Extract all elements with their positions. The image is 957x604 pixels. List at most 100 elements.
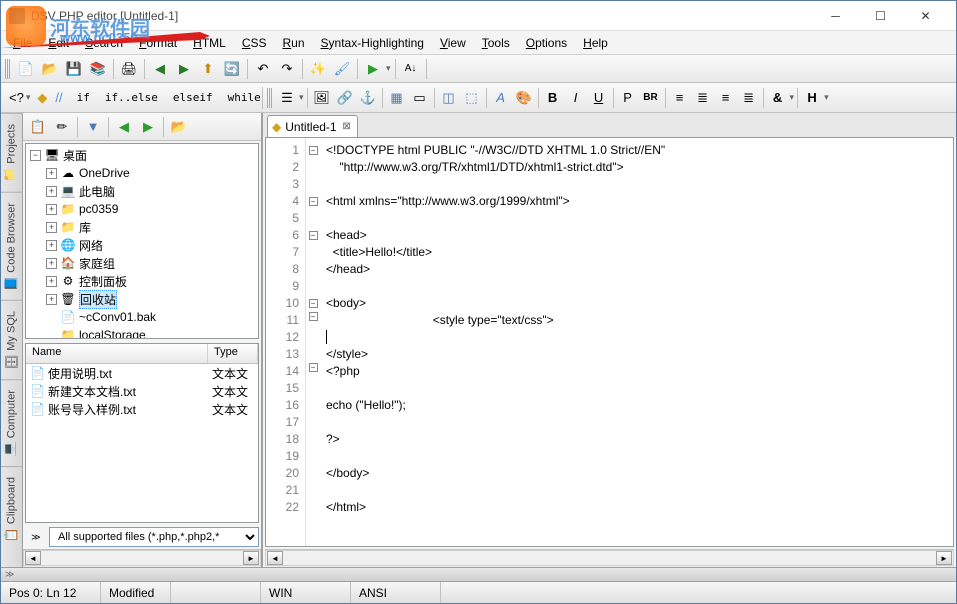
status-mode: WIN [261,582,351,603]
print-button[interactable]: 🖨 [118,58,140,80]
snippet-while-button[interactable]: while [221,87,268,109]
snippet-elseif-button[interactable]: elseif [166,87,220,109]
close-button[interactable]: ✕ [903,2,948,30]
special-char-button[interactable]: & [767,87,789,109]
menu-help[interactable]: Help [575,33,616,53]
menu-tools[interactable]: Tools [474,33,518,53]
fold-strip[interactable]: −−−−−− [306,138,320,546]
menu-options[interactable]: Options [518,33,575,53]
code-editor[interactable]: 12345678910111213141516171819202122 −−−−… [265,137,954,547]
folder-tree[interactable]: −🖥桌面+☁OneDrive+💻此电脑+📁pc0359+📁库+🌐网络+🏠家庭组+… [25,143,259,339]
menu-view[interactable]: View [432,33,474,53]
explorer-open-button[interactable]: 📂 [168,116,190,138]
brush-button[interactable]: 🖌 [331,58,353,80]
table-button[interactable]: ▦ [386,87,408,109]
heading-button[interactable]: H [801,87,823,109]
tree-item[interactable]: 📄~cConv01.bak [28,308,256,326]
file-filter-select[interactable]: All supported files (*.php,*.php2,* [49,527,259,547]
tree-item[interactable]: 📁localStorage [28,326,256,339]
explorer-toolbar: 📋 ✏ ▼ ◀ ▶ 📂 [23,113,261,141]
forward-button[interactable]: ▶ [173,58,195,80]
file-row[interactable]: 📄账号导入样例.txt文本文 [26,400,258,418]
tree-item[interactable]: +🌐网络 [28,236,256,254]
open-file-button[interactable]: 📂 [39,58,61,80]
underline-button[interactable]: U [588,87,610,109]
br-button[interactable]: BR [640,87,662,109]
html-tag-button[interactable]: ☰ [276,87,298,109]
sort-button[interactable]: A↓ [400,58,422,80]
back-button[interactable]: ◀ [149,58,171,80]
tree-item[interactable]: +☁OneDrive [28,164,256,182]
explorer-forward-button[interactable]: ▶ [137,116,159,138]
file-row[interactable]: 📄新建文本文档.txt文本文 [26,382,258,400]
run-button[interactable]: ▶ [362,58,384,80]
anchor-button[interactable]: ⚓ [357,87,379,109]
snippet-ifelse-button[interactable]: if..else [98,87,165,109]
redo-button[interactable]: ↷ [276,58,298,80]
filter-expand-button[interactable]: ≫ [25,526,47,548]
align-center-button[interactable]: ≣ [692,87,714,109]
tree-item[interactable]: +💻此电脑 [28,182,256,200]
tree-item[interactable]: +📁库 [28,218,256,236]
side-tab-clipboard[interactable]: 📋Clipboard [1,466,22,552]
menu-css[interactable]: CSS [234,33,275,53]
new-file-button[interactable]: 📄 [15,58,37,80]
tree-item[interactable]: +🏠家庭组 [28,254,256,272]
side-tab-my-sql[interactable]: 🗄My SQL [1,300,22,379]
file-row[interactable]: 📄使用说明.txt文本文 [26,364,258,382]
maximize-button[interactable]: ☐ [858,2,903,30]
span-button[interactable]: ⬚ [461,87,483,109]
up-button[interactable]: ⬆ [197,58,219,80]
align-right-button[interactable]: ≡ [715,87,737,109]
menu-run[interactable]: Run [275,33,313,53]
main-toolbar: 📄 📂 💾 📚 🖨 ◀ ▶ ⬆ 🔄 ↶ ↷ ✨ 🖌 ▶ ▾ A↓ [1,55,956,83]
align-justify-button[interactable]: ≣ [738,87,760,109]
snippet-if-button[interactable]: if [70,87,97,109]
snippet-php-button[interactable]: <? [8,87,25,109]
editor-tab-untitled[interactable]: ◆ Untitled-1 ⊠ [267,115,358,137]
explorer-back-button[interactable]: ◀ [113,116,135,138]
bottom-panel-toggle[interactable]: ≫ [1,567,956,581]
snippet-comment-button[interactable]: // [54,87,63,109]
link-button[interactable]: 🔗 [334,87,356,109]
explorer-home-button[interactable]: 📋 [27,116,49,138]
tab-close-button[interactable]: ⊠ [341,121,353,133]
paragraph-button[interactable]: P [617,87,639,109]
save-button[interactable]: 💾 [63,58,85,80]
editor-hscroll[interactable]: ◄► [265,550,954,566]
tree-root[interactable]: −🖥桌面 [28,146,256,164]
align-left-button[interactable]: ≡ [669,87,691,109]
tree-item[interactable]: +⚙控制面板 [28,272,256,290]
snippet-class-button[interactable]: ◆ [36,87,48,109]
side-tab-code-browser[interactable]: 📘Code Browser [1,192,22,301]
font-button[interactable]: A [490,87,512,109]
explorer-edit-button[interactable]: ✏ [51,116,73,138]
tree-item[interactable]: +📁pc0359 [28,200,256,218]
menu-syntaxhighlighting[interactable]: Syntax-Highlighting [313,33,432,53]
italic-button[interactable]: I [565,87,587,109]
file-col-name[interactable]: Name [26,344,208,363]
status-blank1 [171,582,261,603]
menu-file[interactable]: File [5,33,40,53]
file-col-type[interactable]: Type [208,344,258,363]
menu-html[interactable]: HTML [185,33,234,53]
code-text[interactable]: <!DOCTYPE html PUBLIC "-//W3C//DTD XHTML… [320,138,953,546]
minimize-button[interactable]: ─ [813,2,858,30]
statusbar: Pos 0: Ln 12 Modified WIN ANSI [1,581,956,603]
undo-button[interactable]: ↶ [252,58,274,80]
file-list: Name Type 📄使用说明.txt文本文📄新建文本文档.txt文本文📄账号导… [25,343,259,523]
save-all-button[interactable]: 📚 [87,58,109,80]
side-tab-projects[interactable]: 📁Projects [1,113,22,192]
image-button[interactable]: 🖼 [311,87,333,109]
tree-item[interactable]: +🗑回收站 [28,290,256,308]
form-button[interactable]: ▭ [409,87,431,109]
refresh-button[interactable]: 🔄 [221,58,243,80]
explorer-filter-button[interactable]: ▼ [82,116,104,138]
highlight-button[interactable]: ✨ [307,58,329,80]
bold-button[interactable]: B [542,87,564,109]
left-hscroll[interactable]: ◄► [23,550,261,566]
div-button[interactable]: ◫ [438,87,460,109]
color-button[interactable]: 🎨 [513,87,535,109]
side-tab-computer[interactable]: 💻Computer [1,379,22,466]
status-modified: Modified [101,582,171,603]
